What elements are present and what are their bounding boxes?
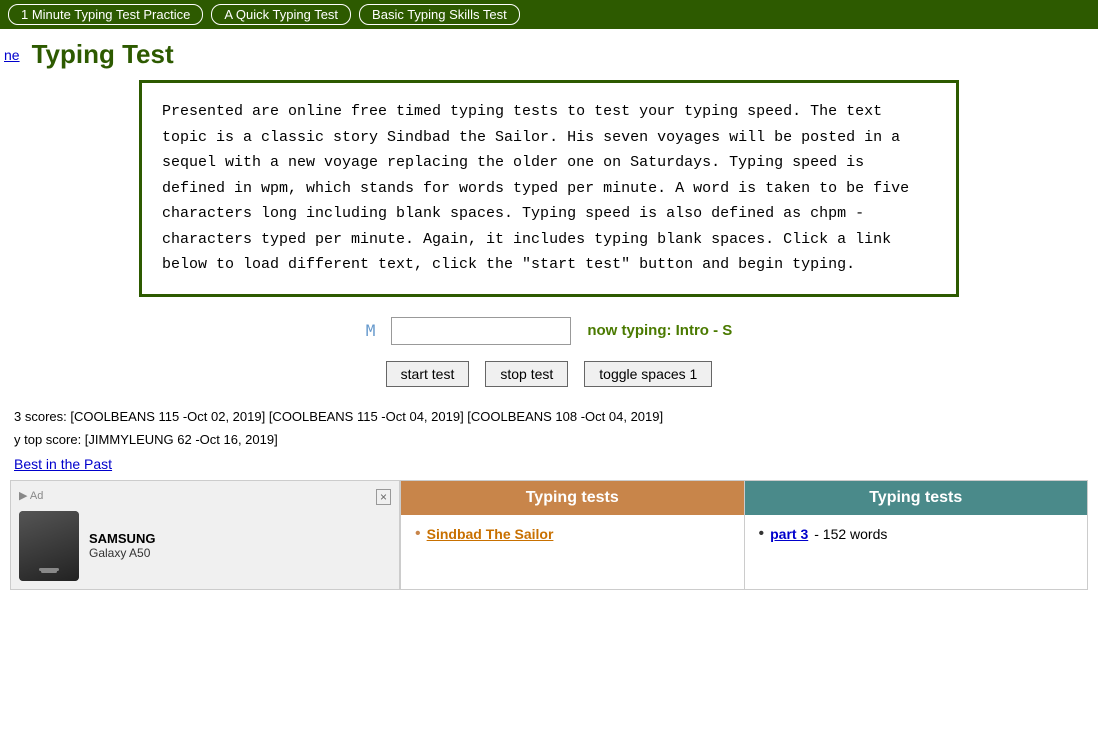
typing-row: M now typing: Intro - S [10,317,1088,345]
score-line-1: 3 scores: [COOLBEANS 115 -Oct 02, 2019] … [14,407,1084,427]
panel1-body: • Sindbad The Sailor [401,515,744,557]
ad-model: Galaxy A50 [89,546,155,560]
nav-basic-link[interactable]: Basic Typing Skills Test [359,4,520,25]
ad-phone-image [19,511,79,581]
nav-1min-link[interactable]: 1 Minute Typing Test Practice [8,4,203,25]
top-navigation: 1 Minute Typing Test Practice A Quick Ty… [0,0,1098,29]
back-link[interactable]: ne [4,47,20,63]
panel2-item-link[interactable]: part 3 [770,526,808,542]
panel2-header: Typing tests [745,481,1088,515]
ad-top-row: ▶ Ad × [19,489,391,505]
ad-label-text: Ad [30,490,43,502]
nav-quick-link[interactable]: A Quick Typing Test [211,4,351,25]
page-header: ne Typing Test [0,29,1098,80]
panel2-item-1: • part 3 - 152 words [759,525,1074,543]
scores-section: 3 scores: [COOLBEANS 115 -Oct 02, 2019] … [10,407,1088,472]
description-text: Presented are online free timed typing t… [162,99,936,278]
start-test-button[interactable]: start test [386,361,470,387]
toggle-spaces-button[interactable]: toggle spaces 1 [584,361,712,387]
ad-content: SAMSUNG Galaxy A50 [19,511,391,581]
panel1-item-link[interactable]: Sindbad The Sailor [427,526,554,542]
stop-test-button[interactable]: stop test [485,361,568,387]
ad-panel: ▶ Ad × SAMSUNG Galaxy A50 [10,480,400,590]
typing-tests-panel-1: Typing tests • Sindbad The Sailor [400,480,745,590]
panel1-bullet: • [415,525,421,543]
ad-label: ▶ Ad [19,489,43,502]
main-content: Presented are online free timed typing t… [0,80,1098,590]
typing-input[interactable] [391,317,571,345]
description-box: Presented are online free timed typing t… [139,80,959,297]
panel1-header: Typing tests [401,481,744,515]
now-typing-label: now typing: Intro - S [587,322,732,339]
buttons-row: start test stop test toggle spaces 1 [10,361,1088,387]
ad-text-label: ▶ [19,490,27,502]
cursor-label: M [366,321,376,340]
panel2-item-text: - 152 words [814,526,887,542]
page-title: Typing Test [32,39,174,70]
score-line-2: y top score: [JIMMYLEUNG 62 -Oct 16, 201… [14,430,1084,450]
ad-close-button[interactable]: × [376,489,391,505]
panel2-bullet: • [759,525,765,543]
bottom-panels: ▶ Ad × SAMSUNG Galaxy A50 Typing tests [10,480,1088,590]
ad-brand: SAMSUNG [89,531,155,546]
ad-text-block: SAMSUNG Galaxy A50 [89,531,155,560]
typing-tests-panel-2: Typing tests • part 3 - 152 words [745,480,1089,590]
best-in-past-link[interactable]: Best in the Past [14,456,112,472]
panel1-item-1: • Sindbad The Sailor [415,525,730,543]
panel2-body: • part 3 - 152 words [745,515,1088,557]
